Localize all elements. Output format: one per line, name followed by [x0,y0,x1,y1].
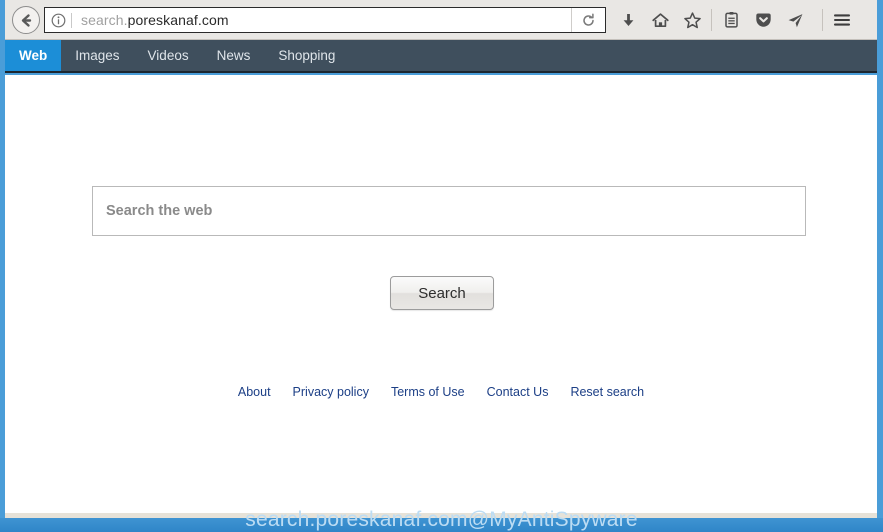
footer-link-reset-search[interactable]: Reset search [570,385,644,399]
nav-tab-videos-label: Videos [147,48,189,63]
footer-link-about[interactable]: About [238,385,271,399]
search-box[interactable] [92,186,806,236]
send-icon[interactable] [779,0,811,40]
window-right-edge [877,40,883,532]
search-button[interactable]: Search [390,276,494,310]
nav-tab-web[interactable]: Web [5,40,62,71]
nav-tab-images-label: Images [75,48,120,63]
url-subdomain: search. [81,12,128,28]
url-text[interactable]: search.poreskanaf.com [72,12,571,28]
nav-tab-shopping-label: Shopping [278,48,336,63]
star-icon[interactable] [676,0,708,40]
footer-link-privacy-policy[interactable]: Privacy policy [293,385,369,399]
back-button[interactable] [12,6,40,34]
address-bar[interactable]: search.poreskanaf.com [44,7,606,33]
nav-tab-news-label: News [216,48,251,63]
nav-tab-news[interactable]: News [203,40,265,71]
browser-window: search.poreskanaf.com Web Images Videos … [0,0,883,532]
footer-link-terms-of-use[interactable]: Terms of Use [391,385,465,399]
home-icon[interactable] [644,0,676,40]
footer-link-contact-us[interactable]: Contact Us [487,385,549,399]
back-arrow-icon [21,13,31,27]
reload-icon [583,13,594,26]
nav-tab-videos[interactable]: Videos [134,40,203,71]
hamburger-menu-icon[interactable] [826,0,858,40]
pocket-icon[interactable] [747,0,779,40]
library-icon[interactable] [715,0,747,40]
window-bottom-edge [0,518,883,532]
toolbar-icon-group [612,0,858,40]
toolbar-right-edge [877,0,883,40]
site-nav-bar: Web Images Videos News Shopping [5,40,877,73]
toolbar-separator-2 [822,9,823,31]
nav-tab-shopping[interactable]: Shopping [264,40,349,71]
search-input[interactable] [93,187,805,235]
url-domain: poreskanaf.com [127,12,229,28]
toolbar-left-edge [0,0,5,40]
download-icon[interactable] [612,0,644,40]
toolbar-separator [711,9,712,31]
browser-toolbar: search.poreskanaf.com [0,0,883,40]
page-content: Search About Privacy policy Terms of Use… [5,75,877,518]
nav-tab-web-label: Web [19,48,48,63]
reload-button[interactable] [571,8,605,32]
nav-tab-images[interactable]: Images [61,40,133,71]
footer-links: About Privacy policy Terms of Use Contac… [5,385,877,399]
info-circle-icon[interactable] [45,8,71,32]
